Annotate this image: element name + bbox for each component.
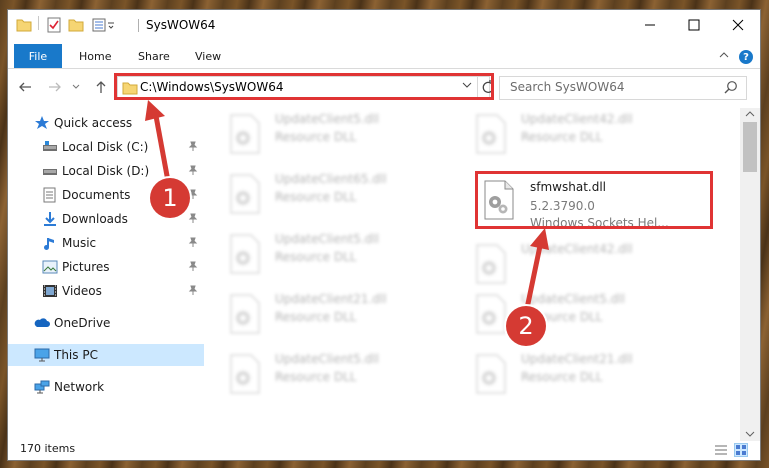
callout-badge-1: 1 — [150, 178, 190, 218]
callout-arrow-head-1 — [145, 100, 165, 121]
callout-badge-2: 2 — [506, 306, 546, 346]
callout-arrow-head-2 — [530, 228, 549, 250]
annotation-overlay — [145, 100, 549, 319]
